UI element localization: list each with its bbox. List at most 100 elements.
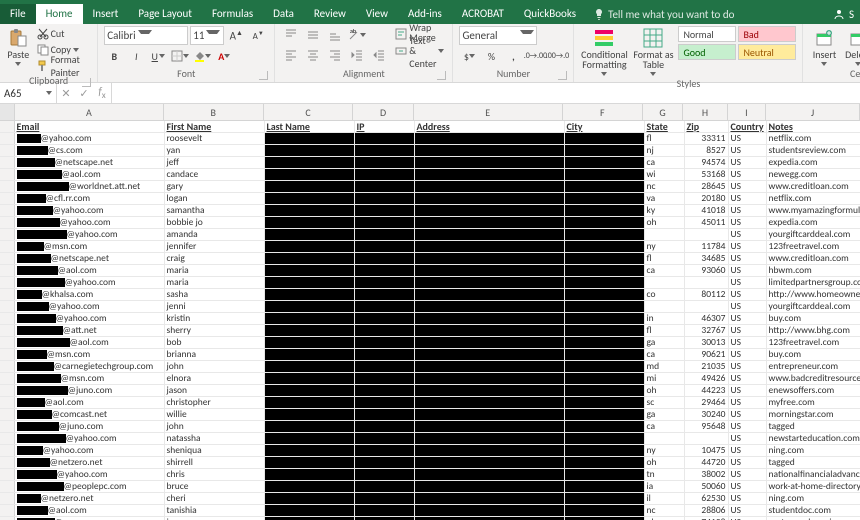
cell[interactable]: maria <box>164 265 264 277</box>
fill-color-button[interactable] <box>192 47 212 65</box>
cell[interactable]: yan <box>164 145 264 157</box>
cell-redacted[interactable] <box>354 373 414 385</box>
col-header-a[interactable]: A <box>15 104 164 120</box>
row-header[interactable] <box>0 241 14 253</box>
cell[interactable]: 44720 <box>684 457 728 469</box>
cell-redacted[interactable] <box>414 493 564 505</box>
col-header-i[interactable]: I <box>728 104 767 120</box>
cell[interactable]: US <box>728 433 766 445</box>
column-title[interactable]: First Name <box>164 121 264 133</box>
cell[interactable]: jason <box>164 517 264 520</box>
cell[interactable]: US <box>728 253 766 265</box>
cell-redacted[interactable] <box>354 277 414 289</box>
cell[interactable]: newegg.com <box>766 169 860 181</box>
cell-redacted[interactable] <box>564 517 644 520</box>
cell[interactable]: yourgiftcarddeal.com <box>766 301 860 313</box>
cell-redacted[interactable] <box>354 325 414 337</box>
cell[interactable]: netflix.com <box>766 193 860 205</box>
cell-redacted[interactable] <box>264 349 354 361</box>
decrease-decimal-button[interactable]: .00→.0 <box>547 47 567 65</box>
cell-redacted[interactable] <box>414 337 564 349</box>
tab-home[interactable]: Home <box>36 4 83 24</box>
cell-redacted[interactable] <box>564 505 644 517</box>
cell[interactable]: sherry <box>164 325 264 337</box>
cell-redacted[interactable] <box>564 409 644 421</box>
fx-button[interactable]: fx <box>93 85 111 101</box>
cell-redacted[interactable] <box>414 361 564 373</box>
cell-redacted[interactable] <box>564 205 644 217</box>
row-header[interactable] <box>0 133 14 145</box>
tab-data[interactable]: Data <box>263 4 304 24</box>
cell[interactable]: 45011 <box>684 217 728 229</box>
cell[interactable]: @aol.com <box>14 505 164 517</box>
orientation-button[interactable]: ab <box>347 26 367 44</box>
cell[interactable] <box>684 433 728 445</box>
cell-redacted[interactable] <box>564 217 644 229</box>
cell[interactable]: @netscape.net <box>14 157 164 169</box>
cell-redacted[interactable] <box>354 409 414 421</box>
cell[interactable]: gary <box>164 181 264 193</box>
cell[interactable]: 21035 <box>684 361 728 373</box>
cell[interactable]: US <box>728 517 766 520</box>
decrease-indent-button[interactable] <box>347 46 367 64</box>
cell-redacted[interactable] <box>264 469 354 481</box>
cell[interactable]: 8527 <box>684 145 728 157</box>
row-header[interactable] <box>0 469 14 481</box>
increase-indent-button[interactable] <box>369 46 389 64</box>
cell-redacted[interactable] <box>354 481 414 493</box>
cell[interactable]: @netzero.net <box>14 493 164 505</box>
cell[interactable]: nj <box>644 145 684 157</box>
cell-redacted[interactable] <box>414 421 564 433</box>
cell[interactable]: va <box>644 193 684 205</box>
cell[interactable]: fl <box>644 133 684 145</box>
cell[interactable]: US <box>728 205 766 217</box>
cell[interactable]: il <box>644 493 684 505</box>
cell-redacted[interactable] <box>414 241 564 253</box>
column-title[interactable]: Notes <box>766 121 860 133</box>
cell-redacted[interactable] <box>354 205 414 217</box>
row-header[interactable] <box>0 493 14 505</box>
cell-redacted[interactable] <box>564 469 644 481</box>
cell[interactable]: US <box>728 457 766 469</box>
cell[interactable]: morningstar.com <box>766 409 860 421</box>
row-header[interactable] <box>0 433 14 445</box>
cell-redacted[interactable] <box>564 445 644 457</box>
cell[interactable]: @yahoo.com <box>14 433 164 445</box>
cell[interactable]: US <box>728 373 766 385</box>
cell[interactable] <box>684 301 728 313</box>
cell[interactable]: bob <box>164 337 264 349</box>
cell[interactable]: @yahoo.com <box>14 469 164 481</box>
cell[interactable]: US <box>728 217 766 229</box>
cell[interactable]: US <box>728 301 766 313</box>
cell[interactable]: US <box>728 169 766 181</box>
cell[interactable]: ca <box>644 157 684 169</box>
cell[interactable]: 32767 <box>684 325 728 337</box>
align-bottom-button[interactable] <box>325 26 345 44</box>
cell[interactable]: 33311 <box>684 133 728 145</box>
cell-redacted[interactable] <box>414 457 564 469</box>
dialog-launcher-icon[interactable] <box>558 71 567 80</box>
cell[interactable]: US <box>728 181 766 193</box>
worksheet-grid[interactable]: EmailFirst NameLast NameIPAddressCitySta… <box>0 121 860 520</box>
cell-redacted[interactable] <box>354 133 414 145</box>
cell-redacted[interactable] <box>354 313 414 325</box>
cell[interactable]: @msn.com <box>14 241 164 253</box>
cell[interactable]: US <box>728 157 766 169</box>
cell[interactable]: @worldnet.att.net <box>14 181 164 193</box>
cell-redacted[interactable] <box>564 229 644 241</box>
row-header[interactable] <box>0 385 14 397</box>
cell[interactable]: ny <box>644 445 684 457</box>
row-header[interactable] <box>0 205 14 217</box>
cell[interactable]: 30240 <box>684 409 728 421</box>
cell[interactable]: @netzero.net <box>14 457 164 469</box>
cell[interactable]: entrepreneur.com <box>766 361 860 373</box>
row-header[interactable] <box>0 229 14 241</box>
cell[interactable]: US <box>728 409 766 421</box>
cell[interactable]: oh <box>644 385 684 397</box>
bold-button[interactable]: B <box>104 47 124 65</box>
col-header-j[interactable]: J <box>766 104 860 120</box>
cell[interactable]: nationalfinancialadvance.co <box>766 469 860 481</box>
cell-redacted[interactable] <box>414 385 564 397</box>
cell[interactable]: US <box>728 241 766 253</box>
column-title[interactable]: Address <box>414 121 564 133</box>
